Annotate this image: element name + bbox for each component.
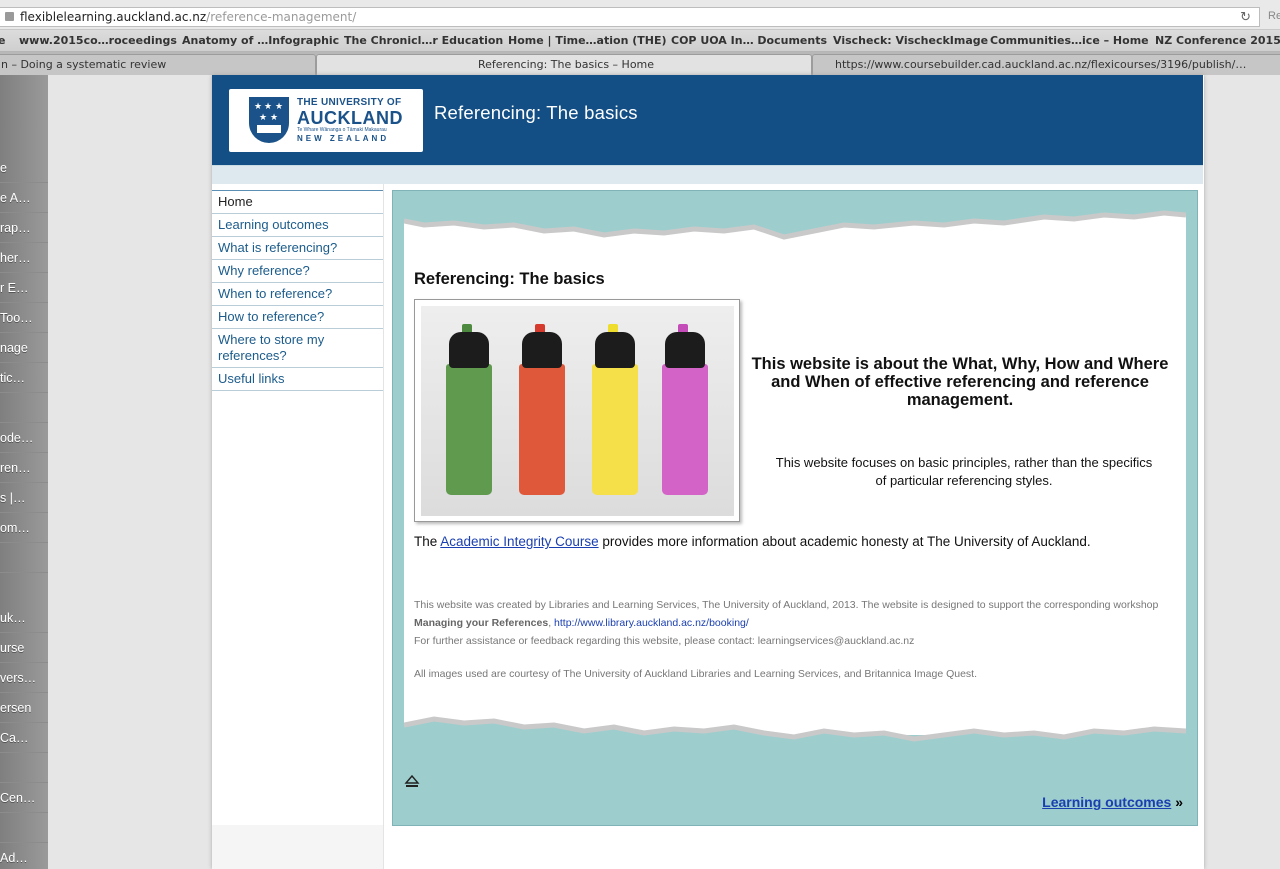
sidebar-item[interactable]: e A… xyxy=(0,183,48,213)
green-marker xyxy=(443,306,493,516)
address-field[interactable]: flexiblelearning.auckland.ac.nz/referenc… xyxy=(0,7,1260,27)
next-arrow-icon: » xyxy=(1175,794,1183,810)
marker-barrel xyxy=(519,364,565,495)
toolbar-stub: Re xyxy=(1268,10,1280,22)
image-credit: All images used are courtesy of The Univ… xyxy=(414,668,978,680)
next-learning-outcomes-link[interactable]: Learning outcomes xyxy=(1042,794,1171,810)
nav-learning-outcomes[interactable]: Learning outcomes xyxy=(212,213,383,236)
sidebar-item[interactable]: ren… xyxy=(0,453,48,483)
yellow-marker xyxy=(589,306,639,516)
tab-referencing-basics[interactable]: Referencing: The basics – Home xyxy=(316,54,812,75)
fine-line-2: For further assistance or feedback regar… xyxy=(414,635,915,647)
sidebar-item[interactable]: vers… xyxy=(0,663,48,693)
sidebar-item[interactable] xyxy=(0,393,48,423)
site-banner: ★ ★ ★ ★ ★ THE UNIVERSITY OF AUCKLAND Te … xyxy=(212,75,1203,165)
bookmarks-bar: e www.2015co…roceedings Anatomy of …Info… xyxy=(0,30,1280,52)
marker-barrel xyxy=(592,364,638,495)
left-sidebar: e e A… rap… her… r E… Too… nage tic… ode… xyxy=(0,75,48,869)
sidebar-item[interactable]: Ca… xyxy=(0,723,48,753)
sidebar-item[interactable]: ode… xyxy=(0,423,48,453)
lock-icon xyxy=(5,12,14,21)
lead-text: This website is about the What, Why, How… xyxy=(751,355,1169,409)
sidebar-item[interactable]: Cen… xyxy=(0,783,48,813)
fine-line-1: This website was created by Libraries an… xyxy=(414,599,1159,611)
web-page: ★ ★ ★ ★ ★ THE UNIVERSITY OF AUCKLAND Te … xyxy=(212,75,1204,869)
fine-print: This website was created by Libraries an… xyxy=(414,596,1179,650)
marker-barrel xyxy=(446,364,492,495)
nav-how-to-reference[interactable]: How to reference? xyxy=(212,305,383,328)
nav-useful-links[interactable]: Useful links xyxy=(212,367,383,391)
sidebar-item[interactable]: rap… xyxy=(0,213,48,243)
logo-line-2: AUCKLAND xyxy=(297,108,403,128)
bookmark-item[interactable]: www.2015co…roceedings xyxy=(19,34,177,47)
next-page: Learning outcomes » xyxy=(1042,794,1183,810)
sidebar-item[interactable] xyxy=(0,543,48,573)
tab-label: https://www.coursebuilder.cad.auckland.a… xyxy=(835,58,1247,71)
logo-line-4: NEW ZEALAND xyxy=(297,134,390,143)
nav-what-is-referencing[interactable]: What is referencing? xyxy=(212,236,383,259)
logo-line-1: THE UNIVERSITY OF xyxy=(297,97,402,108)
logo-line-3: Te Whare Wānanga o Tāmaki Makaurau xyxy=(297,127,387,133)
torn-paper-bottom xyxy=(404,716,1186,749)
tab-coursebuilder[interactable]: https://www.coursebuilder.cad.auckland.a… xyxy=(812,54,1280,75)
content-area: Referencing: The basics This website is … xyxy=(392,190,1198,826)
nav-home[interactable]: Home xyxy=(212,190,383,213)
url-path: /reference-management/ xyxy=(206,10,357,24)
page-heading: Referencing: The basics xyxy=(414,270,605,288)
bookmark-item[interactable]: The Chronicl…r Education xyxy=(344,34,503,47)
university-logo[interactable]: ★ ★ ★ ★ ★ THE UNIVERSITY OF AUCKLAND Te … xyxy=(229,89,423,152)
sidebar-item[interactable]: tic… xyxy=(0,363,48,393)
crest-icon: ★ ★ ★ ★ ★ xyxy=(249,97,289,143)
sidebar-item[interactable]: r E… xyxy=(0,273,48,303)
marker-barrel xyxy=(662,364,708,495)
tab-strip: n – Doing a systematic review Referencin… xyxy=(0,52,1280,75)
nav-when-to-reference[interactable]: When to reference? xyxy=(212,282,383,305)
highlighters-image xyxy=(414,299,740,522)
tab-label: Referencing: The basics – Home xyxy=(477,58,655,71)
booking-link[interactable]: http://www.library.auckland.ac.nz/bookin… xyxy=(554,617,749,629)
academic-integrity-link[interactable]: Academic Integrity Course xyxy=(440,534,598,549)
sidebar-item[interactable]: Too… xyxy=(0,303,48,333)
back-to-top-icon[interactable] xyxy=(404,773,420,789)
sidebar-item[interactable]: nage xyxy=(0,333,48,363)
bookmark-item[interactable]: Anatomy of …Infographic xyxy=(182,34,339,47)
nav-divider xyxy=(383,184,384,869)
tab-label: n – Doing a systematic review xyxy=(1,58,167,71)
browser-url-bar: flexiblelearning.auckland.ac.nz/referenc… xyxy=(0,0,1280,30)
bookmark-item[interactable]: COP UOA In… Documents xyxy=(671,34,827,47)
bookmark-item[interactable]: Home | Time…ation (THE) xyxy=(508,34,667,47)
reload-icon[interactable]: ↻ xyxy=(1240,9,1251,26)
bookmark-item[interactable]: NZ Conference 2015 xyxy=(1155,34,1280,47)
bookmark-item[interactable]: Communities…ice – Home xyxy=(990,34,1149,47)
orange-marker xyxy=(516,306,566,516)
content-card: Referencing: The basics This website is … xyxy=(404,201,1186,749)
integrity-suffix: provides more information about academic… xyxy=(598,534,1091,549)
sidebar-item[interactable]: ersen xyxy=(0,693,48,723)
banner-strip xyxy=(212,165,1203,184)
sidebar-item[interactable]: e xyxy=(0,153,48,183)
nav-where-to-store[interactable]: Where to store my references? xyxy=(212,328,383,367)
nav-why-reference[interactable]: Why reference? xyxy=(212,259,383,282)
sidebar-item[interactable]: Ad… xyxy=(0,843,48,869)
torn-paper-top xyxy=(404,201,1186,240)
integrity-prefix: The xyxy=(414,534,441,549)
tab-systematic-review[interactable]: n – Doing a systematic review xyxy=(0,54,316,75)
integrity-paragraph: The Academic Integrity Course provides m… xyxy=(414,534,1184,549)
sidebar-item[interactable]: her… xyxy=(0,243,48,273)
sidebar-item[interactable] xyxy=(0,813,48,843)
sidebar-item[interactable] xyxy=(0,753,48,783)
url-host: flexiblelearning.auckland.ac.nz xyxy=(20,10,207,24)
workshop-name: Managing your References xyxy=(414,617,549,629)
bookmark-item[interactable]: Vischeck: VischeckImage xyxy=(833,34,988,47)
bookmark-item[interactable]: e xyxy=(0,34,5,47)
site-title: Referencing: The basics xyxy=(434,102,638,123)
nav-footer xyxy=(212,825,383,869)
main-nav: Home Learning outcomes What is referenci… xyxy=(212,190,383,391)
sub-text: This website focuses on basic principles… xyxy=(775,455,1153,488)
sidebar-item[interactable]: urse xyxy=(0,633,48,663)
sidebar-item[interactable]: uk… xyxy=(0,603,48,633)
sidebar-item[interactable]: om… xyxy=(0,513,48,543)
sidebar-item[interactable]: s |… xyxy=(0,483,48,513)
pink-marker xyxy=(659,306,709,516)
